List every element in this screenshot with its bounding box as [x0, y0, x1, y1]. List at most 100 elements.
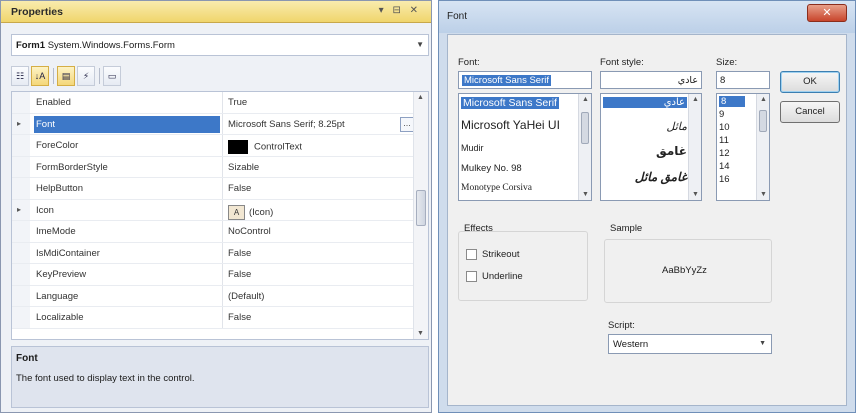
scroll-up-icon[interactable]: ▲	[417, 94, 424, 101]
properties-button[interactable]: ▤	[57, 66, 75, 86]
property-value[interactable]: Microsoft Sans Serif; 8.25pt	[228, 119, 345, 130]
font-list-scrollbar[interactable]: ▲ ▼	[578, 94, 591, 200]
underline-label: Underline	[482, 271, 523, 282]
property-value[interactable]: False	[228, 269, 251, 280]
properties-toolbar: ☷ ↓A ▤ ⚡ ▭	[11, 66, 429, 88]
property-value[interactable]: False	[228, 312, 251, 323]
list-item[interactable]: 8	[719, 96, 745, 107]
expand-icon[interactable]: ▸	[17, 205, 21, 214]
property-row-imemode[interactable]: ImeMode NoControl	[12, 221, 414, 243]
font-dialog: Font ✕ Font: Microsoft Sans Serif Micros…	[438, 0, 856, 413]
property-row-formborderstyle[interactable]: FormBorderStyle Sizable	[12, 156, 414, 178]
scroll-down-icon[interactable]: ▼	[582, 191, 589, 198]
list-item[interactable]: 10	[719, 122, 730, 133]
property-name: HelpButton	[36, 183, 84, 194]
object-selector[interactable]: Form1 System.Windows.Forms.Form ▼	[11, 34, 429, 56]
property-name: FormBorderStyle	[36, 161, 108, 173]
list-item[interactable]: 16	[719, 174, 730, 185]
categorized-button[interactable]: ☷	[11, 66, 29, 86]
properties-title: Properties	[11, 6, 63, 18]
property-value[interactable]: False	[228, 248, 251, 259]
list-item[interactable]: 14	[719, 161, 730, 172]
list-item[interactable]: 11	[719, 135, 729, 146]
description-heading: Font	[16, 353, 38, 364]
strikeout-checkbox[interactable]	[466, 249, 477, 260]
property-row-keypreview[interactable]: KeyPreview False	[12, 264, 414, 286]
window-controls[interactable]: ▾ ⊟ ✕	[379, 5, 421, 16]
toolbar-divider	[99, 68, 100, 84]
property-name: Localizable	[36, 312, 84, 323]
description-text: The font used to display text in the con…	[16, 373, 195, 384]
strikeout-label: Strikeout	[482, 249, 520, 260]
scroll-down-icon[interactable]: ▼	[760, 191, 767, 198]
alphabetical-button[interactable]: ↓A	[31, 66, 49, 86]
list-item[interactable]: غامق مائل	[603, 170, 687, 184]
property-name: Font	[34, 115, 220, 133]
color-swatch	[228, 140, 248, 154]
scrollbar-thumb[interactable]	[581, 112, 589, 144]
property-row-localizable[interactable]: Localizable False	[12, 307, 414, 329]
property-row-enabled[interactable]: Enabled True	[12, 92, 414, 114]
chevron-down-icon[interactable]: ▼	[416, 40, 424, 49]
events-button[interactable]: ⚡	[77, 66, 95, 86]
font-style-list-scrollbar[interactable]: ▲ ▼	[688, 94, 701, 200]
cancel-button[interactable]: Cancel	[780, 101, 840, 123]
property-name: Enabled	[36, 97, 71, 108]
ok-button[interactable]: OK	[780, 71, 840, 93]
list-item[interactable]: Mulkey No. 98	[461, 163, 522, 174]
script-select[interactable]: Western ▼	[608, 334, 772, 354]
font-name-input[interactable]: Microsoft Sans Serif	[458, 71, 592, 89]
font-style-input[interactable]: عادي	[600, 71, 702, 89]
list-item[interactable]: Microsoft YaHei UI	[461, 118, 560, 132]
chevron-down-icon[interactable]: ▼	[759, 340, 766, 347]
list-item[interactable]: 9	[719, 109, 724, 120]
list-item[interactable]: غامق	[603, 144, 687, 158]
font-size-input[interactable]: 8	[716, 71, 770, 89]
scroll-down-icon[interactable]: ▼	[692, 191, 699, 198]
scrollbar-thumb[interactable]	[759, 110, 767, 132]
list-item[interactable]: مائل	[603, 120, 687, 133]
list-item[interactable]: Microsoft Sans Serif	[461, 97, 559, 109]
property-row-font[interactable]: ▸ Font Microsoft Sans Serif; 8.25pt …	[12, 113, 414, 135]
scroll-up-icon[interactable]: ▲	[760, 96, 767, 103]
font-size-list[interactable]: 8 9 10 11 12 14 16 ▲ ▼	[716, 93, 770, 201]
font-list[interactable]: Microsoft Sans Serif Microsoft YaHei UI …	[458, 93, 592, 201]
script-value: Western	[613, 339, 649, 350]
list-item[interactable]: Mudir	[461, 143, 484, 153]
sample-label: Sample	[610, 223, 643, 234]
properties-title-bar[interactable]: Properties ▾ ⊟ ✕	[1, 1, 431, 23]
property-row-language[interactable]: Language (Default)	[12, 285, 414, 307]
property-value[interactable]: NoControl	[228, 226, 271, 237]
close-icon[interactable]: ✕	[807, 4, 847, 22]
font-dialog-body: Font: Microsoft Sans Serif Microsoft San…	[447, 34, 847, 406]
property-name: ImeMode	[36, 226, 76, 237]
property-row-icon[interactable]: ▸ Icon A (Icon)	[12, 199, 414, 221]
list-item[interactable]: عادي	[603, 97, 687, 108]
scroll-up-icon[interactable]: ▲	[692, 96, 699, 103]
scrollbar-thumb[interactable]	[416, 190, 426, 226]
font-style-list[interactable]: عادي مائل غامق غامق مائل ▲ ▼	[600, 93, 702, 201]
property-row-helpbutton[interactable]: HelpButton False	[12, 178, 414, 200]
list-item[interactable]: Monotype Corsiva	[461, 183, 532, 193]
property-value[interactable]: Sizable	[228, 162, 259, 173]
scroll-down-icon[interactable]: ▼	[417, 330, 424, 337]
font-label: Font:	[458, 57, 480, 68]
font-dialog-title-bar[interactable]: Font ✕	[439, 1, 855, 33]
property-grid: Enabled True ▸ Font Microsoft Sans Serif…	[11, 91, 429, 340]
font-size-list-scrollbar[interactable]: ▲ ▼	[756, 94, 769, 200]
property-row-forecolor[interactable]: ForeColor ControlText	[12, 135, 414, 157]
property-grid-scrollbar[interactable]: ▲ ▼	[413, 92, 428, 339]
script-label: Script:	[608, 320, 635, 331]
underline-checkbox[interactable]	[466, 271, 477, 282]
property-pages-button[interactable]: ▭	[103, 66, 121, 86]
object-name: Form1	[16, 40, 46, 51]
scroll-up-icon[interactable]: ▲	[582, 96, 589, 103]
expand-icon[interactable]: ▸	[17, 119, 21, 128]
properties-window: Properties ▾ ⊟ ✕ Form1 System.Windows.Fo…	[0, 0, 432, 413]
ellipsis-button[interactable]: …	[400, 116, 414, 132]
list-item[interactable]: 12	[719, 148, 730, 159]
property-row-ismdicontainer[interactable]: IsMdiContainer False	[12, 242, 414, 264]
property-value[interactable]: (Default)	[228, 291, 264, 302]
property-value[interactable]: True	[228, 97, 247, 108]
property-value[interactable]: False	[228, 183, 251, 194]
